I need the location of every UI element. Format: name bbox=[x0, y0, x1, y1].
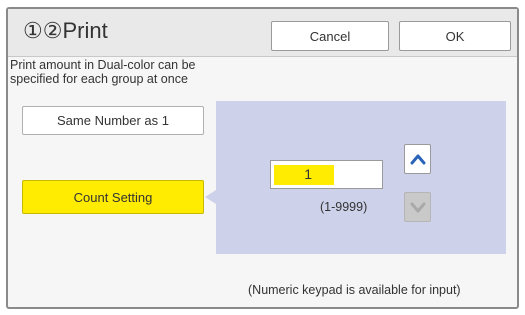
ok-button[interactable]: OK bbox=[399, 21, 511, 51]
keypad-note: (Numeric keypad is available for input) bbox=[248, 283, 461, 297]
dialog-title: ①②Print bbox=[23, 18, 108, 43]
decrement-button[interactable] bbox=[404, 192, 431, 222]
same-number-button[interactable]: Same Number as 1 bbox=[22, 106, 204, 135]
selection-pointer bbox=[205, 190, 216, 204]
count-value: 1 bbox=[304, 166, 312, 182]
count-input[interactable]: 1 bbox=[270, 160, 383, 189]
description-text: Print amount in Dual-color can be specif… bbox=[10, 58, 196, 86]
chevron-up-icon bbox=[410, 154, 425, 165]
count-setting-button[interactable]: Count Setting bbox=[22, 180, 204, 214]
dialog-header: ①②Print Cancel OK bbox=[8, 9, 517, 57]
increment-button[interactable] bbox=[404, 144, 431, 174]
chevron-down-icon bbox=[410, 202, 425, 213]
cancel-button[interactable]: Cancel bbox=[271, 21, 389, 51]
count-range-label: (1-9999) bbox=[320, 200, 368, 214]
